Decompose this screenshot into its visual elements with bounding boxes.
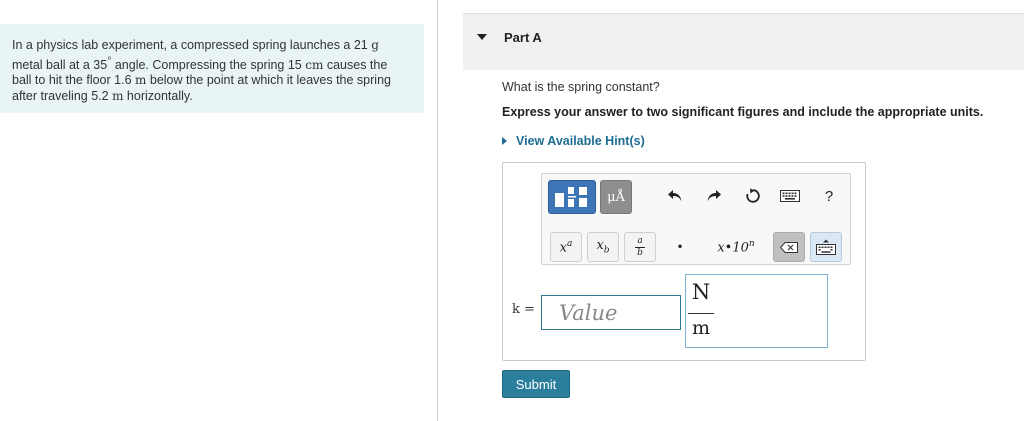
keyboard-shortcuts-button[interactable] xyxy=(777,184,803,208)
problem-text-segment: horizontally. xyxy=(123,88,193,103)
units-input[interactable]: N m xyxy=(685,274,828,348)
templates-button[interactable] xyxy=(548,180,596,214)
problem-statement: In a physics lab experiment, a compresse… xyxy=(12,38,412,104)
keyboard-icon xyxy=(780,190,800,202)
problem-text-segment: angle. Compressing the spring 15 xyxy=(111,57,306,72)
units-button[interactable]: μÅ xyxy=(600,180,632,214)
collapse-triangle-icon[interactable] xyxy=(477,34,487,40)
virtual-keyboard-button[interactable] xyxy=(810,232,842,262)
superscript-button[interactable]: xa xyxy=(550,232,582,262)
instruction-text: Express your answer to two significant f… xyxy=(502,105,984,119)
problem-text-segment: In a physics lab experiment, a compresse… xyxy=(12,38,372,52)
column-divider xyxy=(437,0,438,421)
subscript-icon: xb xyxy=(596,238,610,256)
undo-button[interactable] xyxy=(663,184,687,208)
help-icon: ? xyxy=(824,187,834,205)
problem-text-segment: ball to hit the floor 1.6 xyxy=(12,73,135,88)
superscript-icon: xa xyxy=(559,238,573,256)
redo-arrow-icon xyxy=(707,190,721,202)
unit-numerator: N xyxy=(691,280,711,304)
part-a-header[interactable]: Part A xyxy=(463,13,1024,70)
scientific-notation-icon: x•10n xyxy=(717,238,755,256)
hint-label: View Available Hint(s) xyxy=(516,134,645,148)
unit-text: cm xyxy=(305,57,324,72)
unit-text: g xyxy=(371,38,379,52)
keyboard-toggle-icon xyxy=(816,239,836,255)
dot-icon: • xyxy=(676,240,684,254)
fraction-button[interactable]: a b xyxy=(624,232,656,262)
view-hints-link[interactable]: View Available Hint(s) xyxy=(502,134,645,148)
unit-text: m xyxy=(112,88,124,103)
question-text: What is the spring constant? xyxy=(502,80,660,94)
subscript-button[interactable]: xb xyxy=(587,232,619,262)
fraction-numerator: a xyxy=(637,235,643,246)
reset-button[interactable] xyxy=(741,184,765,208)
delete-button[interactable] xyxy=(773,232,805,262)
help-button[interactable]: ? xyxy=(820,184,838,208)
math-toolbar: μÅ ? xa xb a b • x•10n xyxy=(541,173,851,265)
problem-text-segment: after traveling 5.2 xyxy=(12,88,113,103)
scientific-notation-button[interactable]: x•10n xyxy=(702,232,770,262)
part-title: Part A xyxy=(504,30,542,45)
unit-denominator: m xyxy=(691,317,711,339)
problem-text-segment: causes the xyxy=(323,57,388,72)
answer-variable-label: k = xyxy=(512,302,535,317)
redo-button[interactable] xyxy=(702,184,726,208)
unit-fraction-bar xyxy=(688,313,714,314)
problem-text-segment: metal ball at a 35 xyxy=(12,57,108,72)
unit-text: m xyxy=(135,73,147,88)
units-button-label: μÅ xyxy=(607,189,625,205)
expand-triangle-icon xyxy=(502,137,507,145)
submit-button[interactable]: Submit xyxy=(502,370,570,398)
multiply-dot-button[interactable]: • xyxy=(664,232,696,262)
reset-circular-arrow-icon xyxy=(746,188,760,203)
templates-icon xyxy=(555,187,587,207)
problem-text-segment: below the point at which it leaves the s… xyxy=(146,73,391,88)
value-input[interactable] xyxy=(541,295,681,330)
fraction-denominator: b xyxy=(637,247,643,258)
backspace-icon xyxy=(780,241,798,253)
undo-arrow-icon xyxy=(668,190,682,202)
problem-statement-box: In a physics lab experiment, a compresse… xyxy=(0,24,424,113)
answer-panel: μÅ ? xa xb a b • x•10n k = Value N m xyxy=(502,162,866,361)
